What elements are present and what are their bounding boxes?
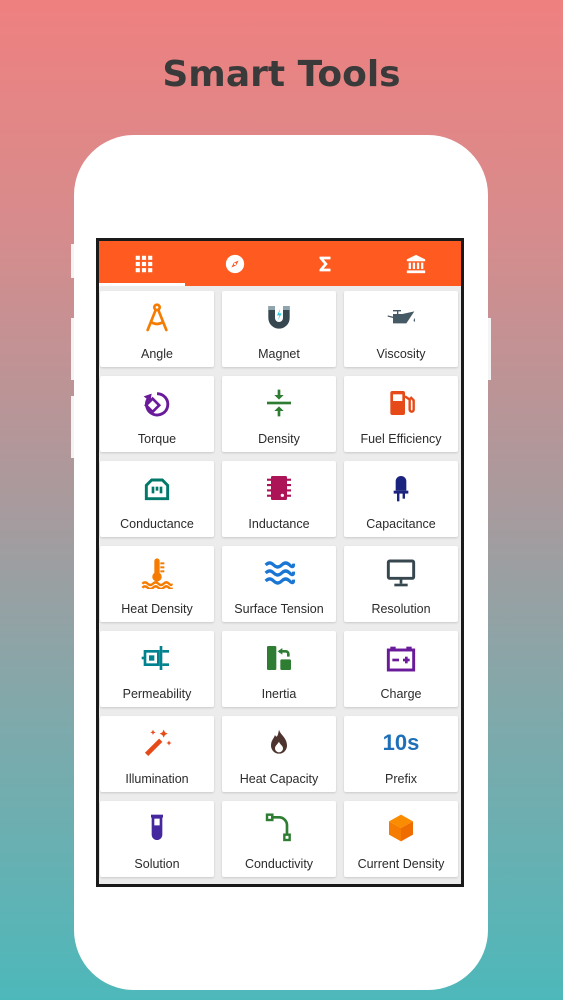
tool-card-capacitance[interactable]: Capacitance [344,461,458,537]
flame-icon [271,729,287,754]
tab-grid[interactable] [99,241,190,286]
tool-card-permeability[interactable]: Permeability [100,631,214,707]
tool-label: Conductivity [244,857,314,871]
tab-bank[interactable] [371,241,462,286]
waves-icon [264,561,295,585]
inertia-icon [267,646,291,670]
grid-icon [136,255,153,272]
tool-label: Solution [134,857,180,871]
magnet-icon [268,306,290,329]
magic-wand-icon [144,729,172,757]
test-tube-icon [151,814,163,840]
tool-card-current-density[interactable]: Current Density [344,801,458,877]
cube-icon [389,814,413,842]
tool-label: Fuel Efficiency [360,432,442,446]
bezier-curve-icon [265,813,291,842]
tool-label: Heat Capacity [239,772,319,786]
fuel-pump-icon [390,391,415,415]
tool-label: Permeability [122,687,192,701]
sigma-icon [319,256,331,271]
chip-icon [267,476,291,500]
tab-sigma[interactable] [280,241,371,286]
tool-label: Charge [380,687,422,701]
app-screen: Angle Magnet Viscosity Torque Density Fu… [96,238,464,887]
tool-label: Inertia [261,687,297,701]
compass-icon [225,254,244,273]
tool-card-conductance[interactable]: Conductance [100,461,214,537]
battery-icon [386,646,416,672]
tool-label: Illumination [125,772,189,786]
tool-label: Inductance [248,517,310,531]
tool-label: Density [258,432,300,446]
tool-card-solution[interactable]: Solution [100,801,214,877]
tool-label: Angle [141,347,173,361]
tool-label: Surface Tension [234,602,324,616]
tool-label: Conductance [120,517,194,531]
tool-card-conductivity[interactable]: Conductivity [222,801,336,877]
tab-compass[interactable] [190,241,281,286]
tool-card-charge[interactable]: Charge [344,631,458,707]
thermometer-icon [141,558,173,589]
tool-card-inductance[interactable]: Inductance [222,461,336,537]
compress-icon [267,389,291,417]
tool-label: Current Density [357,857,445,871]
tools-grid: Angle Magnet Viscosity Torque Density Fu… [99,286,461,877]
bank-icon [406,254,425,273]
tool-card-heat-density[interactable]: Heat Density [100,546,214,622]
tool-label: Prefix [385,772,417,786]
tool-label: Torque [137,432,177,446]
active-tab-indicator [99,283,185,286]
tool-card-magnet[interactable]: Magnet [222,291,336,367]
tool-label: Magnet [258,347,300,361]
monitor-icon [386,559,416,587]
tool-card-fuel-efficiency[interactable]: Fuel Efficiency [344,376,458,452]
page-headline: Smart Tools [162,54,401,95]
tool-card-inertia[interactable]: Inertia [222,631,336,707]
tool-card-torque[interactable]: Torque [100,376,214,452]
tool-card-angle[interactable]: Angle [100,291,214,367]
tool-card-heat-capacity[interactable]: Heat Capacity [222,716,336,792]
tool-card-surface-tension[interactable]: Surface Tension [222,546,336,622]
tab-bar [99,241,461,286]
power-socket-icon [144,478,170,501]
angle-compass-icon [146,303,168,332]
tool-card-viscosity[interactable]: Viscosity [344,291,458,367]
tool-card-resolution[interactable]: Resolution [344,546,458,622]
tool-label: Viscosity [376,347,426,361]
tool-card-density[interactable]: Density [222,376,336,452]
tool-label: Capacitance [366,517,436,531]
prefix-10s-icon: 10s [382,730,420,755]
tool-label: Resolution [371,602,431,616]
tool-card-prefix[interactable]: 10s Prefix [344,716,458,792]
led-icon [393,476,409,502]
tool-card-illumination[interactable]: Illumination [100,716,214,792]
oil-can-icon [387,310,415,324]
settings-input-icon [141,646,169,670]
rotate-icon [143,392,170,417]
tool-label: Heat Density [121,602,193,616]
